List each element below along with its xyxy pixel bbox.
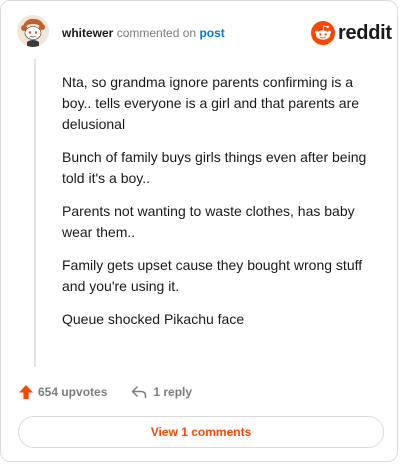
view-comments-button[interactable]: View 1 comments bbox=[18, 416, 384, 448]
upvote-arrow-icon bbox=[19, 385, 33, 399]
post-link[interactable]: post bbox=[199, 26, 224, 40]
comment-card: whitewer commented on post reddit Nta, s… bbox=[0, 0, 398, 462]
snoo-avatar-icon bbox=[17, 15, 49, 47]
upvote-button[interactable]: 654 upvotes bbox=[18, 384, 107, 400]
comment-paragraph: Family gets upset cause they bought wron… bbox=[62, 257, 363, 294]
commented-on-label: commented on bbox=[116, 26, 197, 40]
upvote-count: 654 upvotes bbox=[38, 385, 108, 399]
comment-paragraph: Parents not wanting to waste clothes, ha… bbox=[62, 203, 355, 240]
reply-arrow-icon bbox=[132, 386, 147, 399]
comment-paragraph: Bunch of family buys girls things even a… bbox=[62, 149, 367, 186]
reddit-logo[interactable]: reddit bbox=[311, 20, 392, 46]
comment-body: Nta, so grandma ignore parents confirmin… bbox=[62, 72, 382, 342]
comment-header: whitewer commented on post bbox=[62, 26, 225, 40]
comment-paragraph: Queue shocked Pikachu face bbox=[62, 311, 245, 327]
thread-line[interactable] bbox=[34, 59, 36, 367]
comment-paragraph: Nta, so grandma ignore parents confirmin… bbox=[62, 74, 360, 132]
reply-button[interactable]: 1 reply bbox=[131, 385, 192, 399]
reply-count: 1 reply bbox=[153, 385, 193, 399]
user-avatar[interactable] bbox=[17, 15, 49, 47]
reddit-wordmark: reddit bbox=[338, 22, 392, 44]
username-link[interactable]: whitewer bbox=[62, 26, 113, 40]
reddit-logo-icon bbox=[311, 21, 335, 45]
comment-actions: 654 upvotes 1 reply bbox=[18, 382, 192, 402]
